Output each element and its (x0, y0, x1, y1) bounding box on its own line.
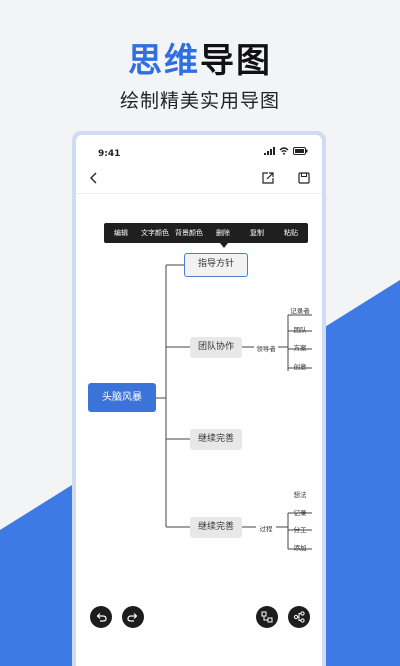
branch-node[interactable]: 继续完善 (190, 517, 242, 538)
leaf-node[interactable]: 记录 (288, 507, 312, 517)
promo-subtitle: 绘制精美实用导图 (119, 90, 280, 112)
promo-title-accent: 思维 (128, 41, 200, 81)
undo-icon[interactable] (90, 606, 112, 628)
leaf-node[interactable]: 想法 (288, 489, 312, 499)
add-node-icon[interactable] (256, 606, 278, 628)
leaf-node[interactable]: 方案 (288, 342, 312, 352)
branch-node[interactable]: 继续完善 (190, 429, 242, 450)
redo-icon[interactable] (122, 606, 144, 628)
sub-node[interactable]: 过程 (256, 523, 276, 533)
phone-frame: 9:41 编辑 文字颜色 背景颜色 删除 复制 粘贴 头脑风暴 指导方针 团队协… (72, 131, 326, 666)
app-screen: 9:41 编辑 文字颜色 背景颜色 删除 复制 粘贴 头脑风暴 指导方针 团队协… (76, 135, 322, 666)
leaf-node[interactable]: 记录者 (288, 305, 312, 315)
sub-node[interactable]: 领导者 (254, 343, 278, 353)
leaf-node[interactable]: 团队 (288, 324, 312, 334)
leaf-node[interactable]: 分工 (288, 524, 312, 534)
promo-title-rest: 导图 (200, 41, 272, 81)
promo-title: 思维导图 (0, 33, 400, 82)
branch-node-selected[interactable]: 指导方针 (184, 253, 248, 277)
leaf-node[interactable]: 添加 (288, 542, 312, 552)
branch-node[interactable]: 团队协作 (190, 337, 242, 358)
leaf-node[interactable]: 创意 (288, 361, 312, 371)
branch-icon[interactable] (288, 606, 310, 628)
root-node[interactable]: 头脑风暴 (88, 383, 156, 412)
